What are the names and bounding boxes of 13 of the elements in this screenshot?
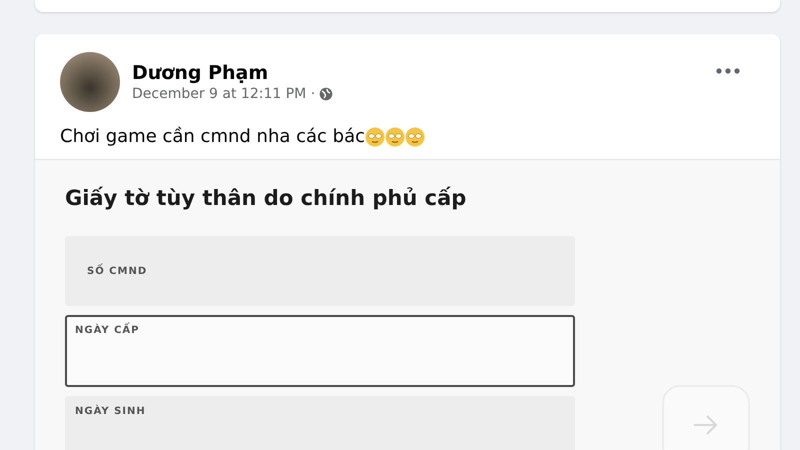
more-icon — [716, 68, 740, 74]
post-text: Chơi game cần cmnd nha các bác — [60, 126, 366, 147]
post-timestamp[interactable]: December 9 at 12:11 PM · — [132, 86, 316, 102]
author-name[interactable]: Dương Phạm — [132, 62, 700, 84]
input-field[interactable]: NGÀY CẤP — [65, 315, 575, 387]
form-title: Giấy tờ tùy thân do chính phủ cấp — [65, 186, 468, 210]
emoji-icon — [365, 126, 386, 146]
emoji-icon — [385, 126, 406, 146]
input-field[interactable]: SỐ CMND — [65, 236, 575, 306]
emoji-icon — [405, 126, 426, 146]
input-field[interactable]: NGÀY SINH — [65, 396, 575, 450]
globe-icon — [319, 87, 334, 101]
arrow-right-icon — [692, 413, 720, 437]
